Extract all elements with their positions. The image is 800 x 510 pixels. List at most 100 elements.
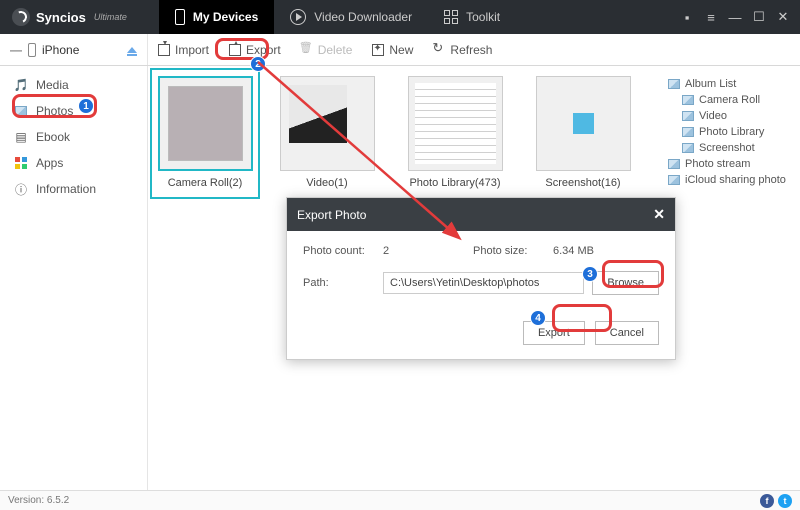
sidebar-item-apps[interactable]: Apps — [0, 150, 147, 176]
album-label: Screenshot — [699, 142, 755, 154]
thumb-camera-roll[interactable]: Camera Roll(2) — [150, 68, 260, 199]
export-confirm-button[interactable]: Export — [523, 321, 585, 345]
sidebar-item-photos[interactable]: Photos — [0, 98, 147, 124]
dialog-body: Photo count: 2 Photo size: 6.34 MB Path:… — [287, 231, 675, 321]
titlebar: Syncios Ultimate My Devices Video Downlo… — [0, 0, 800, 34]
refresh-button[interactable]: Refresh — [423, 34, 502, 65]
window-controls: ▪ ≡ — ☐ ✕ — [676, 6, 800, 28]
action-toolbar: Import Export Delete New Refresh — [148, 34, 502, 65]
device-selector[interactable]: — iPhone — [0, 34, 148, 65]
sidebar-label: Information — [36, 182, 96, 196]
app-logo: Syncios Ultimate — [0, 8, 139, 26]
dialog-header: Export Photo ✕ — [287, 198, 675, 231]
sidebar-item-media[interactable]: 🎵 Media — [0, 72, 147, 98]
picture-icon — [682, 143, 694, 153]
tab-video-downloader[interactable]: Video Downloader — [274, 0, 428, 34]
music-icon: 🎵 — [14, 78, 28, 92]
album-photo-library[interactable]: Photo Library — [664, 124, 792, 140]
new-icon — [372, 44, 384, 56]
left-sidebar: 🎵 Media Photos ▤ Ebook Apps ⓘ Information — [0, 66, 148, 490]
thumb-photo-library[interactable]: Photo Library(473) — [400, 76, 510, 189]
export-icon — [229, 44, 241, 56]
tab-label: Video Downloader — [314, 10, 412, 24]
tab-label: My Devices — [193, 10, 258, 24]
new-button[interactable]: New — [362, 34, 423, 65]
export-photo-dialog: Export Photo ✕ Photo count: 2 Photo size… — [286, 197, 676, 360]
album-label: iCloud sharing photo — [685, 174, 786, 186]
thumb-image — [536, 76, 631, 171]
social-links: f t — [760, 494, 792, 508]
album-label: Photo Library — [699, 126, 764, 138]
thumb-video[interactable]: Video(1) — [272, 76, 382, 189]
picture-icon — [682, 95, 694, 105]
device-toolbar: — iPhone Import Export Delete New Refres… — [0, 34, 800, 66]
tab-toolkit[interactable]: Toolkit — [428, 0, 516, 34]
photo-size-value: 6.34 MB — [553, 245, 594, 257]
import-button[interactable]: Import — [148, 34, 219, 65]
album-panel: Album List Camera Roll Video Photo Libra… — [664, 76, 792, 480]
album-screenshot[interactable]: Screenshot — [664, 140, 792, 156]
sidebar-item-information[interactable]: ⓘ Information — [0, 176, 147, 202]
album-list-root[interactable]: Album List — [664, 76, 792, 92]
version-label: Version: 6.5.2 — [8, 495, 69, 506]
sidebar-label: Photos — [36, 104, 73, 118]
browse-button[interactable]: Browse — [592, 271, 659, 295]
album-photo-stream[interactable]: Photo stream — [664, 156, 792, 172]
thumb-image — [280, 76, 375, 171]
sidebar-label: Media — [36, 78, 69, 92]
thumb-label: Photo Library(473) — [409, 177, 500, 189]
device-icon — [175, 9, 185, 25]
refresh-icon — [433, 44, 445, 56]
photo-count-label: Photo count: — [303, 245, 383, 257]
minimize-icon[interactable]: — — [724, 6, 746, 28]
album-video[interactable]: Video — [664, 108, 792, 124]
feedback-icon[interactable]: ▪ — [676, 6, 698, 28]
phone-icon — [28, 43, 36, 57]
facebook-icon[interactable]: f — [760, 494, 774, 508]
info-icon: ⓘ — [14, 182, 28, 196]
syncios-logo-icon — [12, 8, 30, 26]
menu-icon[interactable]: ≡ — [700, 6, 722, 28]
picture-icon — [668, 175, 680, 185]
picture-icon — [682, 111, 694, 121]
apps-icon — [14, 156, 28, 170]
cancel-button[interactable]: Cancel — [595, 321, 659, 345]
btn-label: New — [389, 43, 413, 57]
btn-label: Export — [246, 43, 281, 57]
sidebar-label: Apps — [36, 156, 63, 170]
album-camera-roll[interactable]: Camera Roll — [664, 92, 792, 108]
thumb-label: Camera Roll(2) — [168, 177, 243, 189]
play-circle-icon — [290, 9, 306, 25]
path-input[interactable] — [383, 272, 584, 294]
grid-icon — [444, 10, 458, 24]
picture-icon — [668, 159, 680, 169]
top-tabs: My Devices Video Downloader Toolkit — [159, 0, 516, 34]
dash-icon: — — [10, 43, 22, 57]
album-label: Video — [699, 110, 727, 122]
path-label: Path: — [303, 277, 383, 289]
tab-label: Toolkit — [466, 10, 500, 24]
book-icon: ▤ — [14, 130, 28, 144]
brand-edition: Ultimate — [94, 12, 127, 22]
btn-label: Import — [175, 43, 209, 57]
photo-icon — [14, 104, 28, 118]
dialog-footer: Export Cancel — [287, 321, 675, 359]
tab-my-devices[interactable]: My Devices — [159, 0, 274, 34]
delete-button[interactable]: Delete — [291, 34, 363, 65]
sidebar-label: Ebook — [36, 130, 70, 144]
album-label: Camera Roll — [699, 94, 760, 106]
thumb-label: Screenshot(16) — [545, 177, 620, 189]
export-button[interactable]: Export — [219, 34, 291, 65]
twitter-icon[interactable]: t — [778, 494, 792, 508]
close-icon[interactable]: ✕ — [772, 6, 794, 28]
trash-icon — [301, 44, 313, 56]
thumb-screenshot[interactable]: Screenshot(16) — [528, 76, 638, 189]
picture-icon — [668, 79, 680, 89]
dialog-close-icon[interactable]: ✕ — [653, 206, 665, 223]
sidebar-item-ebook[interactable]: ▤ Ebook — [0, 124, 147, 150]
eject-icon[interactable] — [127, 47, 137, 53]
photo-count-value: 2 — [383, 245, 473, 257]
maximize-icon[interactable]: ☐ — [748, 6, 770, 28]
import-icon — [158, 44, 170, 56]
album-icloud-sharing[interactable]: iCloud sharing photo — [664, 172, 792, 188]
